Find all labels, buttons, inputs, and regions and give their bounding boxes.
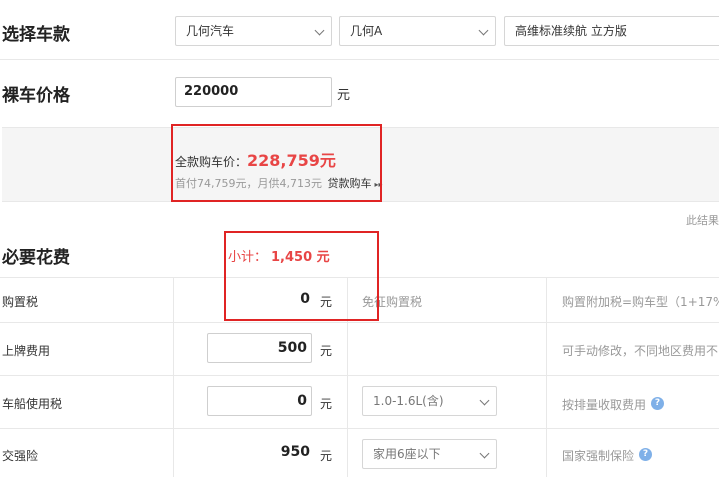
row-insurance-desc: 国家强制保险 [562,449,635,463]
chevron-down-icon [479,448,490,459]
series-select-value: 几何A [350,24,383,38]
price-title: 裸车价格 [2,86,70,106]
result-note: 此结果 [686,214,719,227]
model-select[interactable]: 高维标准续航 立方版 [504,16,719,46]
seat-type-select[interactable]: 家用6座以下 [362,439,497,469]
row-registration-desc: 可手动修改，不同地区费用不同 [562,344,719,358]
row-vehicle-tax-label: 车船使用税 [2,397,63,411]
help-icon[interactable]: ? [651,397,664,410]
row-registration-unit: 元 [320,344,333,358]
row-insurance-unit: 元 [320,449,333,463]
model-select-value: 高维标准续航 立方版 [515,24,627,38]
column-divider [546,277,547,477]
row-insurance-label: 交强险 [2,449,39,463]
displacement-select[interactable]: 1.0-1.6L(含) [362,386,497,416]
required-fees-title: 必要花费 [2,248,70,268]
price-unit: 元 [337,88,351,103]
brand-select-value: 几何汽车 [186,24,235,38]
column-divider [173,277,174,477]
row-registration-label: 上牌费用 [2,344,51,358]
vehicle-tax-input[interactable]: 0 [207,386,312,416]
divider [0,428,719,429]
help-icon[interactable]: ? [639,448,652,461]
row-vehicle-tax-unit: 元 [320,397,333,411]
row-vehicle-tax-desc: 按排量收取费用 [562,398,647,412]
divider [0,375,719,376]
row-purchase-tax-label: 购置税 [2,295,39,309]
chevron-down-icon [478,25,489,36]
select-car-title: 选择车款 [2,25,70,45]
displacement-select-value: 1.0-1.6L(含) [373,394,444,408]
row-purchase-tax-desc: 购置附加税=购车型（1+17% [562,295,719,309]
annotation-box [171,124,382,202]
seat-type-select-value: 家用6座以下 [373,447,441,461]
divider [0,322,719,323]
price-input[interactable]: 220000 [175,77,332,107]
chevron-down-icon [314,25,325,36]
annotation-box [224,231,379,321]
row-insurance-value: 950 [280,444,310,460]
series-select[interactable]: 几何A [339,16,496,46]
divider [0,59,719,60]
brand-select[interactable]: 几何汽车 [175,16,332,46]
registration-fee-input[interactable]: 500 [207,333,312,363]
chevron-down-icon [479,395,490,406]
